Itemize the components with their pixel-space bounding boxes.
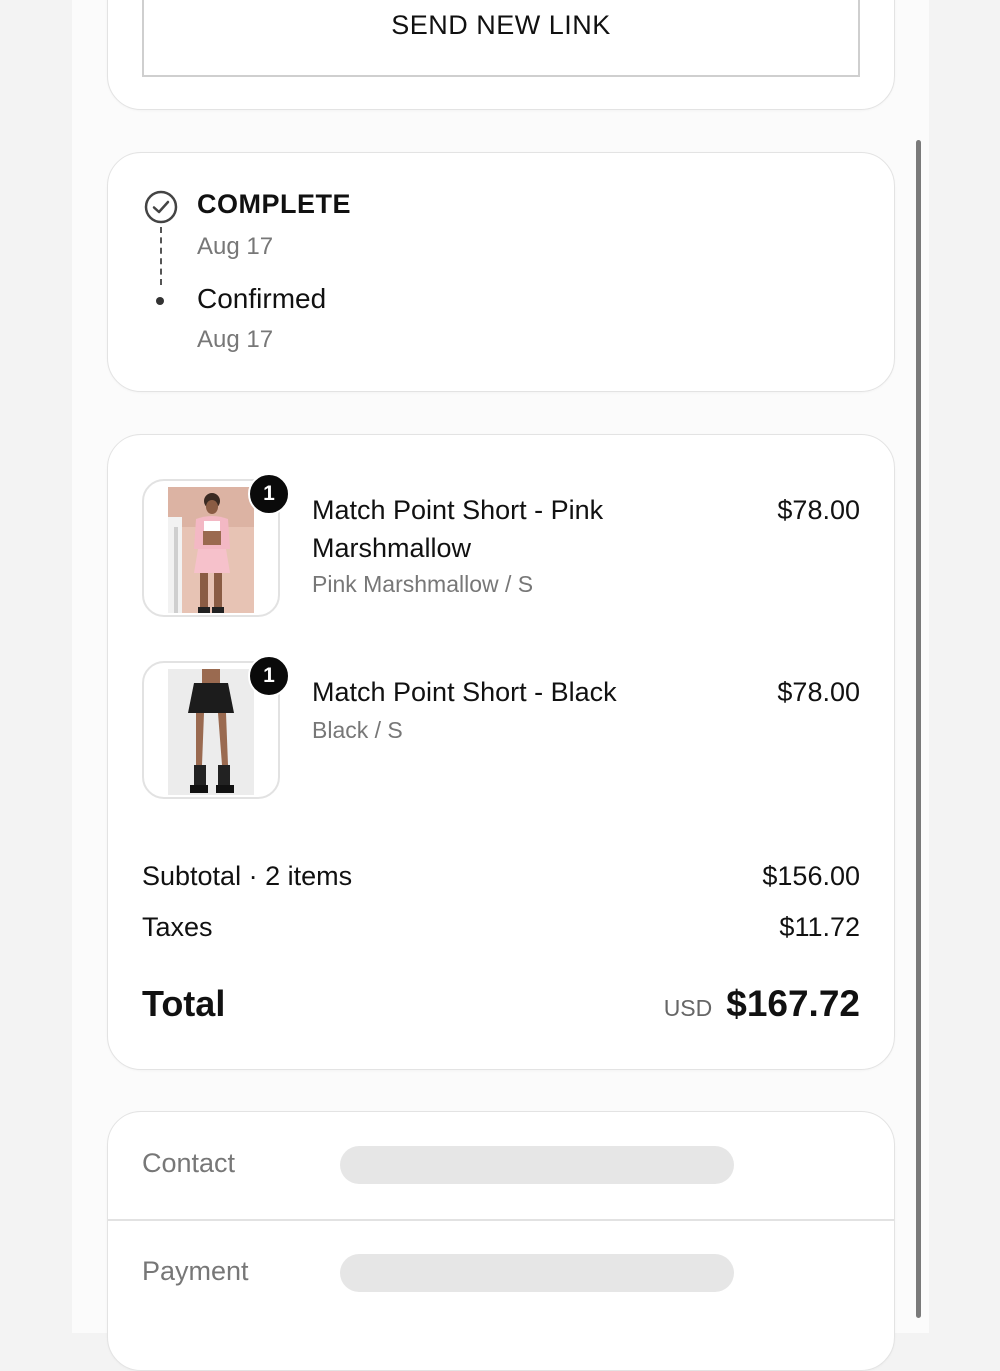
scrollbar[interactable]: [916, 140, 921, 1318]
product-photo-pink-shorts-icon: [168, 487, 254, 613]
timeline-connector: [160, 227, 162, 285]
item-price: $78.00: [777, 677, 860, 707]
currency-code: USD: [663, 995, 713, 1021]
timeline-dot: [156, 297, 164, 305]
resend-link-card: SEND NEW LINK: [107, 0, 895, 110]
status-confirmed: Confirmed: [197, 283, 327, 314]
item-name: Match Point Short - Black: [312, 677, 617, 707]
quantity-badge: 1: [248, 473, 290, 515]
send-new-link-button[interactable]: SEND NEW LINK: [142, 0, 860, 77]
subtotal-row: Subtotal · 2 items $156.00: [142, 861, 860, 892]
status-title-date: Aug 17: [197, 233, 274, 260]
item-price: $78.00: [777, 495, 860, 525]
check-circle-icon: [144, 190, 178, 224]
status-confirmed-date: Aug 17: [197, 326, 274, 353]
total-amount: USD $167.72: [664, 983, 860, 1025]
status-title: COMPLETE: [197, 189, 352, 219]
total-row: Total USD $167.72: [142, 983, 860, 1025]
order-items-card: 1 Match Point Short - Pink Marshmallow P…: [107, 434, 895, 1070]
total-label: Total: [142, 983, 226, 1024]
product-thumbnail[interactable]: 1: [142, 655, 290, 799]
item-name: Match Point Short - Pink Marshmallow: [312, 495, 604, 563]
line-item[interactable]: 1 Match Point Short - Pink Marshmallow P…: [142, 473, 860, 619]
payment-row: Payment: [108, 1220, 894, 1328]
taxes-label: Taxes: [142, 912, 213, 942]
line-item[interactable]: 1 Match Point Short - Black Black / S $7…: [142, 655, 860, 801]
contact-row: Contact: [108, 1112, 894, 1220]
taxes-row: Taxes $11.72: [142, 912, 860, 943]
taxes-value: $11.72: [779, 912, 860, 942]
item-variant: Pink Marshmallow / S: [312, 571, 534, 597]
customer-info-card: Contact Payment: [107, 1111, 895, 1371]
payment-value-placeholder: [340, 1254, 734, 1292]
subtotal-label: Subtotal · 2 items: [142, 861, 353, 891]
contact-label: Contact: [142, 1148, 236, 1178]
product-photo-black-shorts-icon: [168, 669, 254, 795]
subtotal-value: $156.00: [762, 861, 860, 891]
total-value: $167.72: [726, 983, 860, 1024]
payment-label: Payment: [142, 1256, 249, 1286]
order-status-card: COMPLETE Aug 17 Confirmed Aug 17: [107, 152, 895, 392]
contact-value-placeholder: [340, 1146, 734, 1184]
quantity-badge: 1: [248, 655, 290, 697]
product-thumbnail[interactable]: 1: [142, 473, 290, 617]
item-variant: Black / S: [312, 717, 403, 743]
